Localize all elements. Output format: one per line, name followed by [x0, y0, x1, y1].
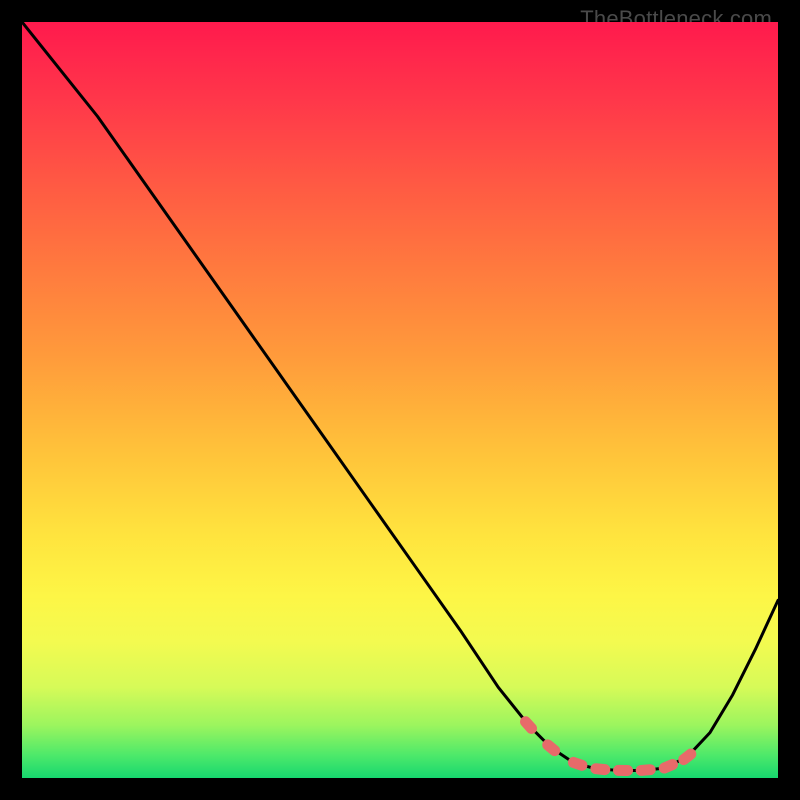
curve-line — [22, 22, 778, 770]
marker-dash — [657, 757, 680, 775]
marker-dash — [635, 764, 656, 777]
optimal-range-markers — [518, 714, 699, 776]
marker-dash — [566, 755, 588, 772]
marker-dash — [613, 765, 633, 776]
marker-dash — [590, 763, 611, 776]
bottleneck-chart-area — [22, 22, 778, 778]
bottleneck-curve — [22, 22, 778, 778]
